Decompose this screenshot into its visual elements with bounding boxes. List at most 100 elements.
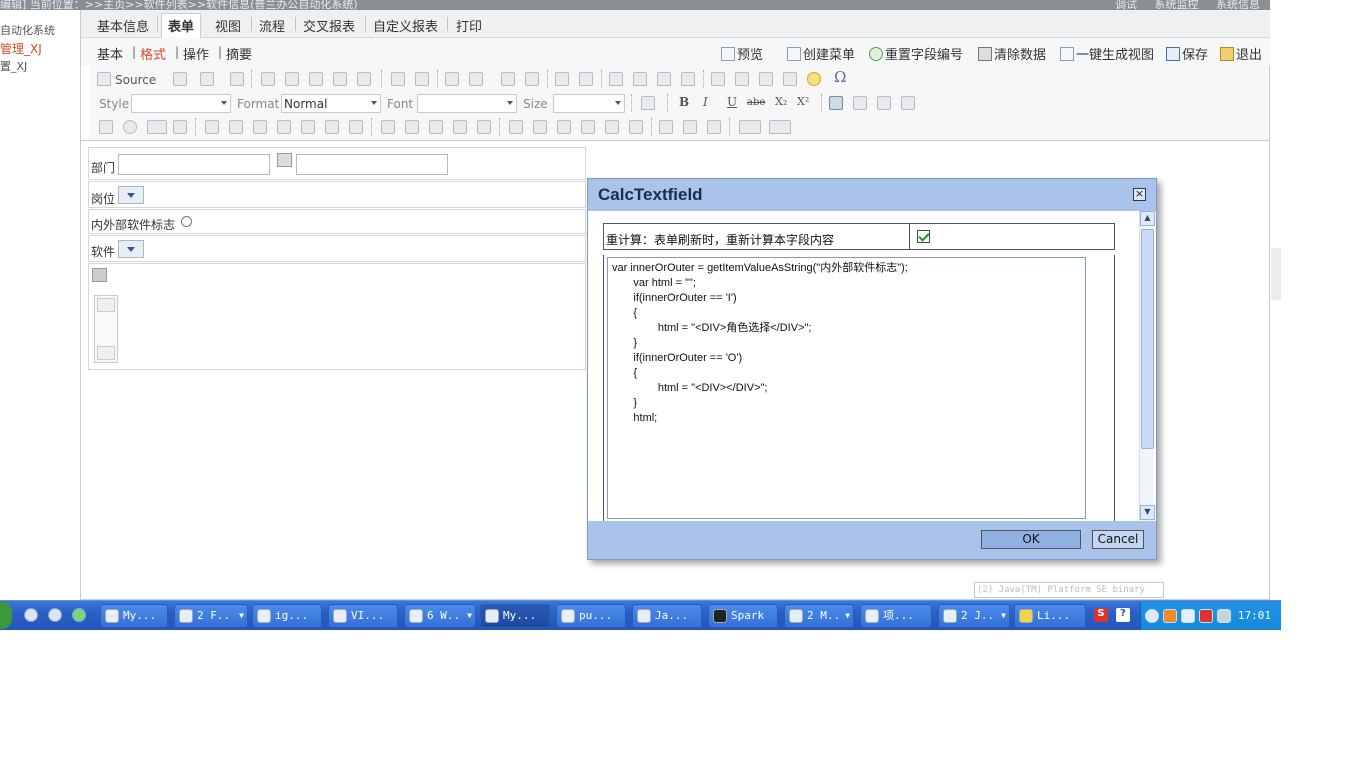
start-button[interactable] <box>0 602 12 629</box>
flash-icon[interactable] <box>735 72 749 86</box>
subtab-summary[interactable]: 摘要 <box>226 44 252 63</box>
software-select[interactable] <box>118 240 144 258</box>
numbered-list-icon[interactable] <box>555 72 569 86</box>
taskbar-button[interactable]: Spark <box>708 604 778 628</box>
scroll-down-icon[interactable] <box>97 346 115 360</box>
form-upload-icon[interactable] <box>405 120 419 134</box>
taskbar-button[interactable]: VI... <box>328 604 398 628</box>
help-icon[interactable]: ? <box>1116 608 1130 622</box>
form-checkbox-icon[interactable] <box>99 120 113 134</box>
subform-icon[interactable] <box>349 120 363 134</box>
dialog-scrollbar[interactable]: ▲ ▼ <box>1139 211 1155 521</box>
align-justify-icon[interactable] <box>901 96 915 110</box>
smiley-icon[interactable] <box>807 72 821 86</box>
div-container-icon[interactable] <box>681 72 695 86</box>
paste-word-icon[interactable] <box>357 72 371 86</box>
taskbar-button[interactable]: ig... <box>252 604 322 628</box>
subscript-button[interactable]: X₂ <box>775 95 787 108</box>
style-select[interactable] <box>131 94 231 113</box>
form-macro-icon[interactable] <box>205 120 219 134</box>
taskbar-button[interactable]: 项... <box>860 604 932 628</box>
paste-text-icon[interactable] <box>333 72 347 86</box>
text-color-icon[interactable] <box>739 120 761 134</box>
tray-expand-icon[interactable] <box>1145 609 1159 623</box>
scroll-up-icon[interactable]: ▲ <box>1140 211 1155 226</box>
templates-icon[interactable] <box>230 72 244 86</box>
unlink-icon[interactable] <box>683 120 697 134</box>
cancel-button[interactable]: Cancel <box>1092 530 1144 549</box>
superscript-button[interactable]: X² <box>797 95 809 108</box>
copy-icon[interactable] <box>285 72 299 86</box>
strikethrough-button[interactable]: abe <box>747 97 765 108</box>
generate-view-button[interactable]: 一键生成视图 <box>1060 44 1154 63</box>
pencil-icon[interactable] <box>509 120 523 134</box>
link-icon[interactable] <box>659 120 673 134</box>
paste-icon[interactable] <box>309 72 323 86</box>
save-button[interactable]: 保存 <box>1166 44 1208 63</box>
taskbar-button[interactable]: 2 M.. ▼ <box>784 604 854 628</box>
form-include-icon[interactable] <box>453 120 467 134</box>
table-icon[interactable] <box>759 72 773 86</box>
align-center-icon[interactable] <box>853 96 867 110</box>
tree-select-icon[interactable] <box>325 120 339 134</box>
dept-picker-icon[interactable] <box>277 153 292 167</box>
nav-item-system[interactable]: 自动化系统 <box>0 24 55 38</box>
form-attachment-icon[interactable] <box>429 120 443 134</box>
inner-outer-flag-radio[interactable] <box>181 216 192 227</box>
script-textarea[interactable]: var innerOrOuter = getItemValueAsString(… <box>607 257 1086 519</box>
horizontal-line-icon[interactable] <box>783 72 797 86</box>
remove-format-icon[interactable] <box>525 72 539 86</box>
ie-quicklaunch-icon[interactable] <box>48 608 62 622</box>
source-icon[interactable] <box>97 72 111 86</box>
scroll-down-icon[interactable]: ▼ <box>1140 505 1155 520</box>
tab-view[interactable]: 视图 <box>215 16 241 35</box>
gallery-icon[interactable] <box>581 120 595 134</box>
taskbar-button[interactable]: 2 J.. ▼ <box>938 604 1010 628</box>
indent-icon[interactable] <box>633 72 647 86</box>
maximize-icon[interactable] <box>641 96 655 110</box>
redo-icon[interactable] <box>415 72 429 86</box>
close-icon[interactable]: × <box>1133 188 1146 201</box>
tray-app-icon[interactable] <box>1181 609 1195 623</box>
undo-icon[interactable] <box>391 72 405 86</box>
image-field-icon[interactable] <box>533 120 547 134</box>
italic-button[interactable]: I <box>703 95 708 109</box>
tab-custom-report[interactable]: 自定义报表 <box>373 16 438 35</box>
cut-icon[interactable] <box>261 72 275 86</box>
preview-button[interactable]: 预览 <box>721 44 763 63</box>
save-doc-icon[interactable] <box>173 72 187 86</box>
taskbar-button-active[interactable]: My... <box>480 604 550 628</box>
dept-input[interactable] <box>118 154 270 175</box>
dept-select-icon[interactable] <box>277 120 291 134</box>
subtab-basic[interactable]: 基本 <box>97 44 123 63</box>
bulleted-list-icon[interactable] <box>579 72 593 86</box>
tab-form[interactable]: 表单 <box>161 13 202 39</box>
replace-icon[interactable] <box>469 72 483 86</box>
ime-icon[interactable]: S <box>1094 608 1108 622</box>
print-field-icon[interactable] <box>629 120 643 134</box>
calc-field-textarea[interactable] <box>94 295 118 363</box>
clear-data-button[interactable]: 清除数据 <box>978 44 1046 63</box>
find-icon[interactable] <box>445 72 459 86</box>
tab-print[interactable]: 打印 <box>456 16 482 35</box>
nav-item-settings[interactable]: 置_XJ <box>0 60 27 74</box>
taskbar-button[interactable]: My... <box>100 604 168 628</box>
form-button-icon[interactable] <box>381 120 395 134</box>
background-color-icon[interactable] <box>769 120 791 134</box>
form-link-icon[interactable] <box>477 120 491 134</box>
chart-field-icon[interactable] <box>605 120 619 134</box>
taskbar-button[interactable]: Li... <box>1014 604 1086 628</box>
select-all-icon[interactable] <box>501 72 515 86</box>
system-info-link[interactable]: 系统信息 <box>1216 0 1260 10</box>
bold-button[interactable]: B <box>679 95 689 109</box>
form-textarea-icon[interactable] <box>173 120 187 134</box>
format-select[interactable]: Normal <box>281 94 381 113</box>
align-left-icon[interactable] <box>829 96 843 110</box>
underline-button[interactable]: U <box>727 95 737 109</box>
nav-item-manage[interactable]: 管理_XJ <box>0 42 42 56</box>
blockquote-icon[interactable] <box>657 72 671 86</box>
page-scrollbar[interactable] <box>1271 248 1281 300</box>
tray-app-icon[interactable] <box>1163 609 1177 623</box>
subtab-operation[interactable]: 操作 <box>183 44 209 63</box>
size-select[interactable] <box>553 94 625 113</box>
